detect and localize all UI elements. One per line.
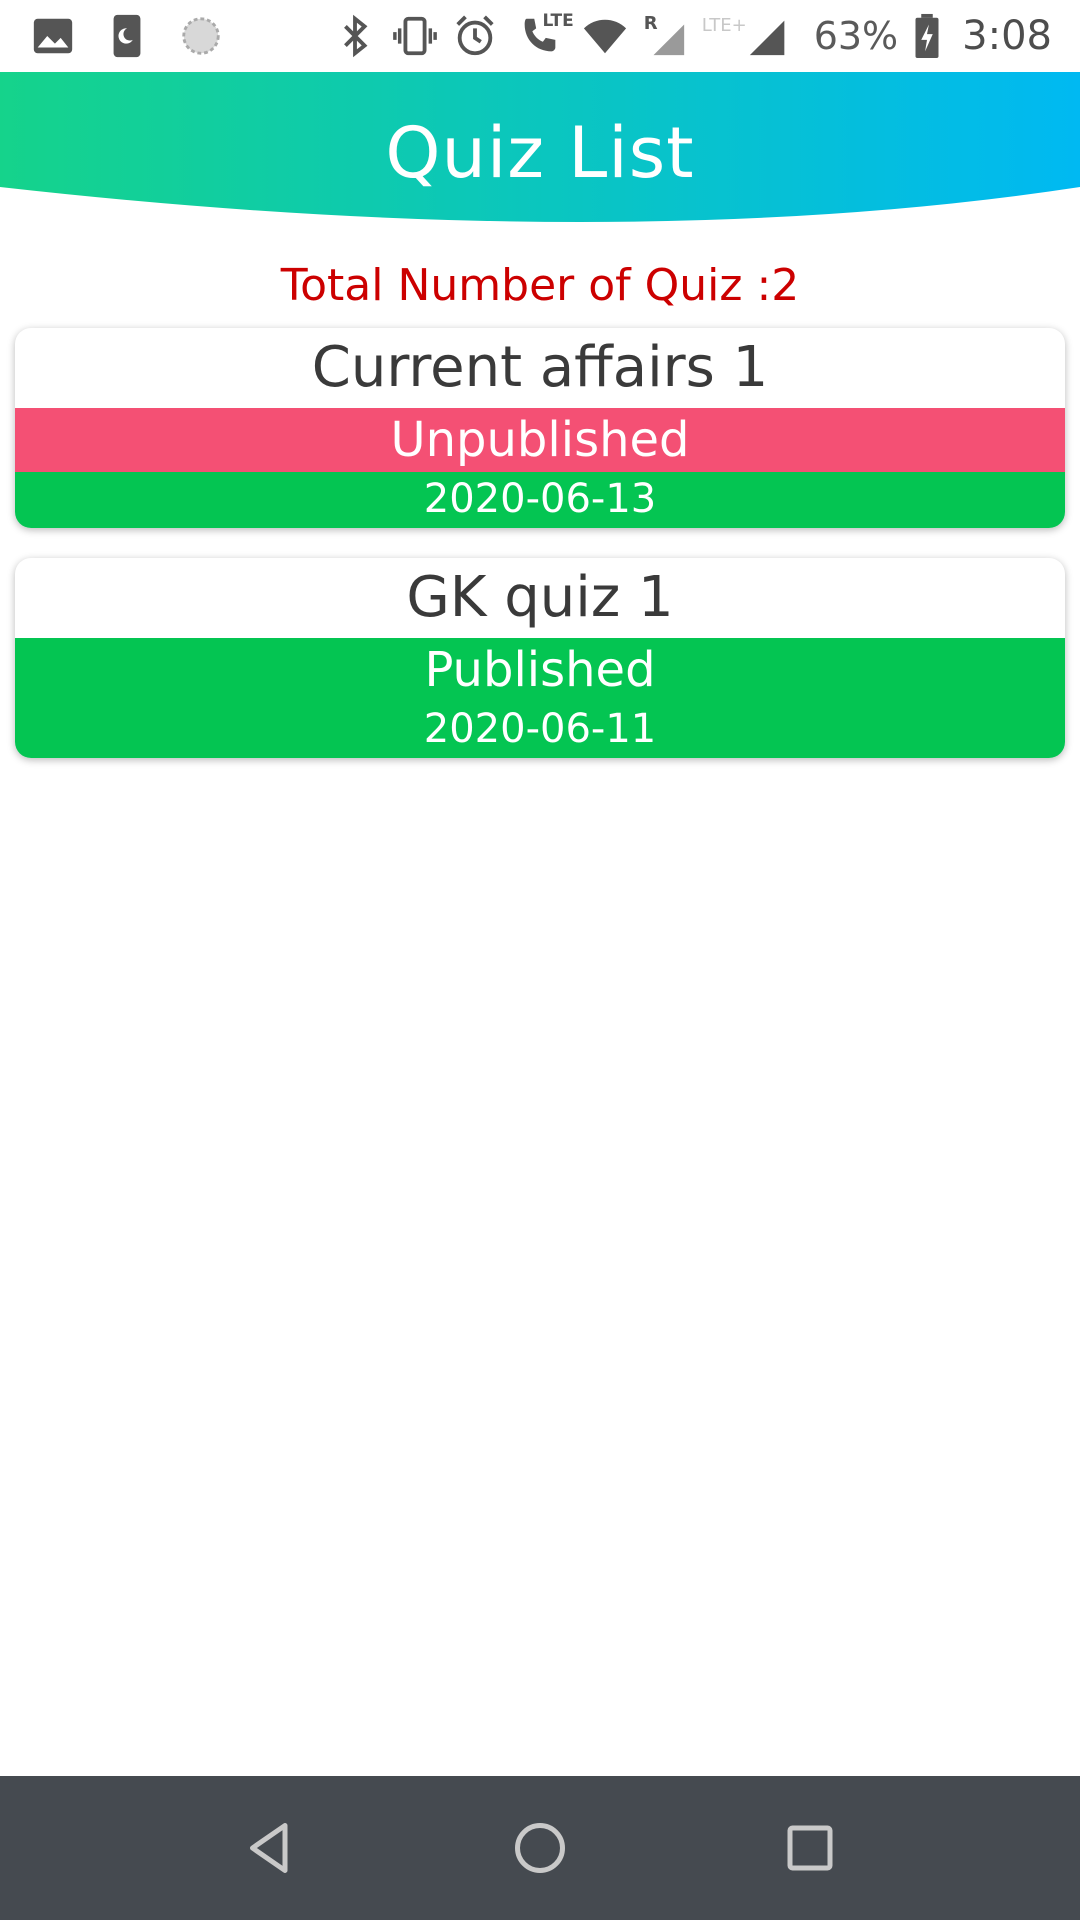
status-bar: LTE R LTE+ 63% 3:08 [0, 0, 1080, 72]
gallery-icon [30, 13, 76, 59]
signal-lte-plus-icon: LTE+ [702, 13, 790, 59]
alarm-icon [452, 13, 498, 59]
battery-percent: 63% [813, 14, 899, 58]
quiz-date: 2020-06-13 [15, 472, 1065, 528]
lte-plus-label: LTE+ [701, 15, 747, 36]
bluetooth-icon [332, 13, 378, 59]
battery-charging-icon [912, 13, 942, 59]
quiz-date: 2020-06-11 [15, 702, 1065, 758]
navigation-bar [0, 1776, 1080, 1920]
do-not-disturb-icon [104, 13, 150, 59]
home-button[interactable] [504, 1812, 576, 1884]
back-icon [250, 1823, 288, 1873]
signal-roaming-icon: R [642, 13, 688, 59]
quiz-title: Current affairs 1 [311, 335, 769, 400]
recent-apps-icon [787, 1825, 833, 1871]
app-header: Quiz List [0, 72, 1080, 232]
back-button[interactable] [234, 1812, 306, 1884]
page-title: Quiz List [385, 112, 695, 194]
quiz-status-badge: Published [15, 638, 1065, 702]
quiz-card[interactable]: Current affairs 1 Unpublished 2020-06-13 [15, 328, 1065, 528]
recent-apps-button[interactable] [774, 1812, 846, 1884]
clock: 3:08 [962, 13, 1052, 59]
quiz-list: Current affairs 1 Unpublished 2020-06-13… [15, 328, 1065, 788]
wifi-icon [582, 13, 628, 59]
total-quiz-count: Total Number of Quiz :2 [280, 260, 800, 311]
loading-icon [178, 13, 224, 59]
home-icon [515, 1823, 565, 1873]
vibrate-icon [392, 13, 438, 59]
roaming-label: R [643, 13, 658, 34]
lte-label: LTE [542, 11, 574, 31]
volte-call-icon: LTE [512, 11, 574, 59]
quiz-card[interactable]: GK quiz 1 Published 2020-06-11 [15, 558, 1065, 758]
quiz-status-badge: Unpublished [15, 408, 1065, 472]
quiz-title: GK quiz 1 [406, 565, 674, 630]
